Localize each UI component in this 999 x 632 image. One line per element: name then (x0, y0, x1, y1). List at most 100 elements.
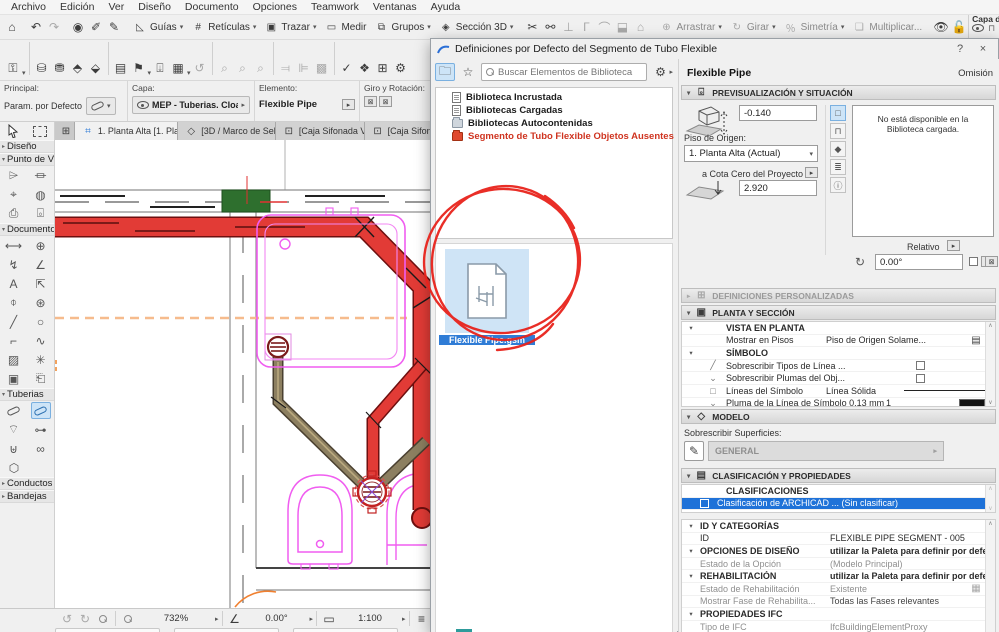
column-tool-icon[interactable] (33, 59, 51, 77)
toolbox-section-bandejas[interactable]: ▸Bandejas (0, 490, 54, 503)
close-dialog-button[interactable]: × (974, 43, 992, 55)
class-list-scrollbar[interactable]: ∧∨ (985, 485, 995, 512)
section-custom-settings[interactable]: ▸ DEFINICIONES PERSONALIZADAS (681, 288, 996, 303)
element-flyout-button[interactable]: ▸ (342, 99, 355, 110)
zone-stamp-tool-icon[interactable] (4, 294, 24, 311)
id-row-id[interactable]: IDFLEXIBLE PIPE SEGMENT - 005 (682, 533, 995, 546)
pen-color-swatch[interactable] (959, 399, 985, 407)
orientation-field[interactable]: 0.00° (244, 613, 310, 624)
indent-right-icon[interactable] (295, 59, 313, 77)
rotate-button[interactable]: Girar▾ (726, 19, 780, 35)
pattern-icon[interactable] (313, 59, 331, 77)
id-row-renovation[interactable]: ▾REHABILITACIÓNutilizar la Paleta para d… (682, 570, 995, 583)
tree-item-embedded-library[interactable]: Biblioteca Incrustada (436, 91, 672, 104)
base-icon[interactable] (631, 18, 649, 36)
refresh-icon[interactable] (191, 59, 209, 77)
fit-in-window-icon[interactable] (124, 615, 132, 623)
menu-archivo[interactable]: Archivo (4, 1, 53, 13)
pipe-double-tool-icon[interactable] (31, 440, 51, 457)
marquee-tool-icon[interactable] (33, 126, 47, 137)
multiply-button[interactable]: Multiplicar... (848, 19, 926, 35)
override-pens-checkbox[interactable] (916, 374, 925, 383)
project-zero-field[interactable]: 2.920 (739, 180, 817, 196)
check-icon[interactable] (338, 59, 356, 77)
toolbox-section-punto-de-vista[interactable]: ▾Punto de Vis (0, 153, 54, 166)
project-zero-flyout[interactable]: ▸ (805, 167, 818, 178)
flip-y-toggle[interactable]: ⊠ (985, 256, 998, 267)
page-settings-icon[interactable] (112, 59, 130, 77)
id-row-renovation-status[interactable]: Estado de RehabilitaciónExistente (682, 583, 995, 596)
select-elements-icon[interactable] (69, 18, 87, 36)
undo-icon[interactable] (27, 18, 45, 36)
tree-item-loaded-libraries[interactable]: Bibliotecas Cargadas (436, 104, 672, 117)
plan-row-mostrar-en-pisos[interactable]: Mostrar en Pisos Piso de Origen Solame..… (682, 335, 995, 348)
preview-list-button[interactable]: ≣ (830, 159, 846, 175)
toolbox-section-diseno[interactable]: ▸Diseño (0, 140, 54, 153)
ramp-tool-icon[interactable] (31, 167, 51, 184)
detail-tool-icon[interactable] (31, 294, 51, 311)
layer-selector[interactable]: MEP - Tuberias. Cloacal ▸ (132, 96, 250, 114)
groups-button[interactable]: Grupos▾ (370, 19, 434, 35)
plan-row-override-line-types[interactable]: ╱ Sobrescribir Tipos de Línea ... (682, 360, 995, 373)
pipe-bend-tool-icon[interactable] (4, 421, 24, 438)
dialog-title-bar[interactable]: Definiciones por Defecto del Segmento de… (431, 39, 998, 59)
plan-row-symbol-pen[interactable]: ⌄ Pluma de la Línea de Símbolo 0.13 mm 1 (682, 398, 995, 407)
id-row-group-id[interactable]: ▾ID Y CATEGORÍAS (682, 520, 995, 533)
fill-tool-icon[interactable] (4, 351, 24, 368)
object-down-icon[interactable] (87, 59, 105, 77)
id-row-design-options[interactable]: ▾OPCIONES DE DISEÑOutilizar la Paleta pa… (682, 545, 995, 558)
rotation-angle-field[interactable]: 0.00° (875, 254, 963, 270)
toolbox-section-conductos[interactable]: ▸Conductos (0, 477, 54, 490)
column-grid-icon[interactable] (151, 59, 169, 77)
tracker-z-field[interactable] (293, 628, 398, 632)
id-list-scrollbar[interactable]: ∧∨ (985, 520, 995, 632)
library-part-name[interactable]: Flexible Pipe.gsm (439, 335, 535, 345)
layer-combination-icon[interactable] (413, 610, 431, 628)
menu-documento[interactable]: Documento (178, 1, 246, 13)
help-button[interactable]: ? (951, 43, 969, 55)
menu-opciones[interactable]: Opciones (246, 1, 304, 13)
worksheet-tool-icon[interactable] (4, 205, 24, 222)
zoom-back-icon[interactable] (58, 610, 76, 628)
hotspot-tool-icon[interactable] (31, 351, 51, 368)
measure-button[interactable]: Medir (320, 19, 370, 35)
plan-list-scrollbar[interactable]: ∧∨ (985, 322, 995, 406)
trace-button[interactable]: Trazar▾ (260, 19, 320, 35)
split-icon[interactable] (523, 18, 541, 36)
spline-tool-icon[interactable] (31, 332, 51, 349)
menu-edicion[interactable]: Edición (53, 1, 101, 13)
favorites-star-button[interactable] (458, 63, 478, 81)
tab-planta-alta[interactable]: 1. Planta Alta [1. Pla...× (75, 122, 178, 140)
search-input[interactable] (498, 67, 642, 78)
orbit-tool-icon[interactable] (31, 186, 51, 203)
fillet-icon[interactable] (595, 18, 613, 36)
mirror-checkbox[interactable] (969, 257, 978, 266)
scale-field[interactable]: 1:100 (338, 613, 402, 624)
scale-icon[interactable] (320, 610, 338, 628)
elevation-field[interactable]: -0.140 (739, 105, 817, 121)
tab-caja-sifonada[interactable]: [Caja Sifonada V27] (276, 122, 365, 140)
section-plan-and-section[interactable]: ▾ PLANTA Y SECCIÓN (681, 305, 996, 320)
mirror-button[interactable]: Simetría▾ (780, 19, 849, 35)
menu-diseno[interactable]: Diseño (131, 1, 178, 13)
zoom-next-icon[interactable] (234, 59, 252, 77)
tab-caja-sifonada-2[interactable]: [Caja Sifon... (365, 122, 430, 140)
inject-parameters-icon[interactable] (105, 18, 123, 36)
pipe-terminal-tool-icon[interactable] (4, 459, 24, 476)
table-icon[interactable] (374, 59, 392, 77)
id-row-ifc-properties[interactable]: ▾PROPIEDADES IFC (682, 608, 995, 621)
grids-button[interactable]: Retículas▾ (187, 19, 260, 35)
preview-plan-button[interactable]: □ (830, 105, 846, 121)
section-preview-situation[interactable]: ▾ PREVISUALIZACIÓN Y SITUACIÓN (681, 85, 996, 100)
intersect-icon[interactable] (559, 18, 577, 36)
line-tool-icon[interactable] (4, 313, 24, 330)
pin-icon[interactable] (130, 59, 148, 77)
tool-default-button[interactable]: ▾ (86, 97, 116, 115)
classification-checkbox[interactable] (700, 499, 709, 508)
figure-tool-icon[interactable] (4, 370, 24, 387)
indent-left-icon[interactable] (277, 59, 295, 77)
pipe-transition-tool-icon[interactable] (4, 440, 24, 457)
save-view-icon[interactable] (169, 59, 187, 77)
flexible-pipe-tool-icon[interactable] (31, 402, 51, 419)
pipe-segment-tool-icon[interactable] (4, 402, 24, 419)
